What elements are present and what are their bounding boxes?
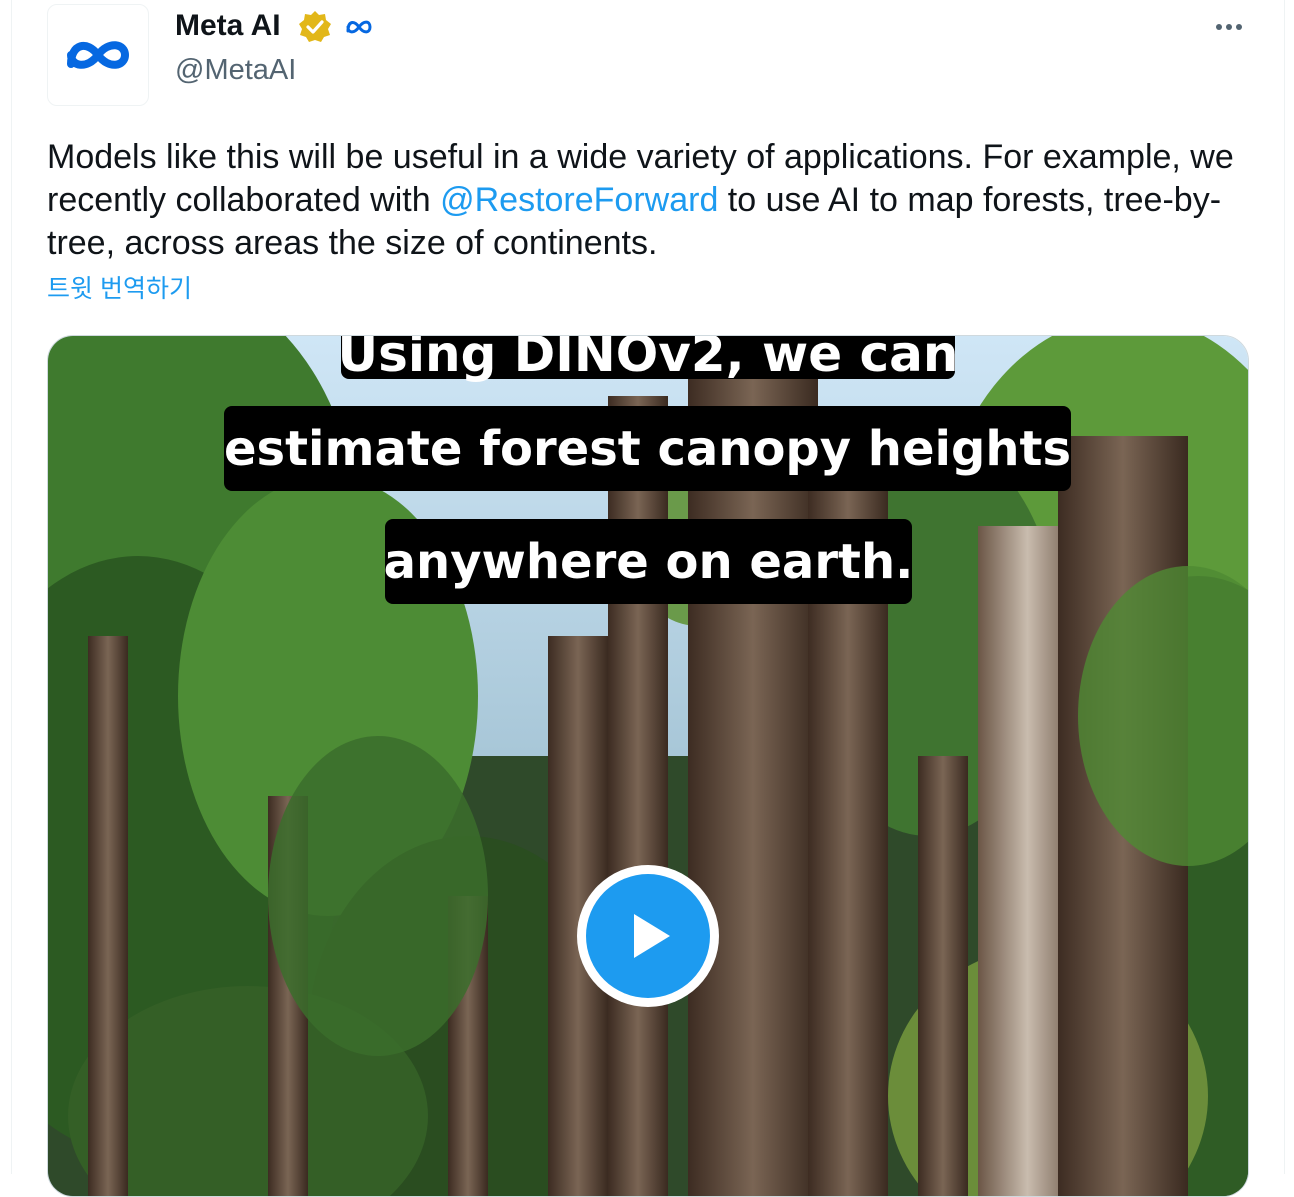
play-icon bbox=[634, 914, 670, 958]
author-avatar[interactable] bbox=[47, 4, 149, 106]
more-options-icon bbox=[1216, 24, 1222, 30]
author-handle[interactable]: @MetaAI bbox=[175, 52, 296, 88]
video-caption: anywhere on earth. bbox=[384, 519, 913, 604]
tweet-text: Models like this will be useful in a wid… bbox=[47, 136, 1257, 265]
author-name[interactable]: Meta AI bbox=[175, 8, 281, 44]
verified-badge-icon bbox=[299, 11, 331, 42]
mention-link[interactable]: @RestoreForward bbox=[440, 181, 718, 219]
video-caption: Using DINOv2, we can bbox=[337, 336, 959, 379]
meta-logo-icon bbox=[67, 41, 130, 69]
more-options-button[interactable] bbox=[1210, 10, 1248, 44]
translate-tweet-link[interactable]: 트윗 번역하기 bbox=[47, 272, 192, 306]
video-media[interactable]: Using DINOv2, we can estimate forest can… bbox=[47, 335, 1249, 1197]
meta-affiliation-icon[interactable] bbox=[344, 16, 374, 38]
play-button[interactable] bbox=[577, 865, 719, 1007]
video-caption: estimate forest canopy heights bbox=[224, 406, 1071, 491]
